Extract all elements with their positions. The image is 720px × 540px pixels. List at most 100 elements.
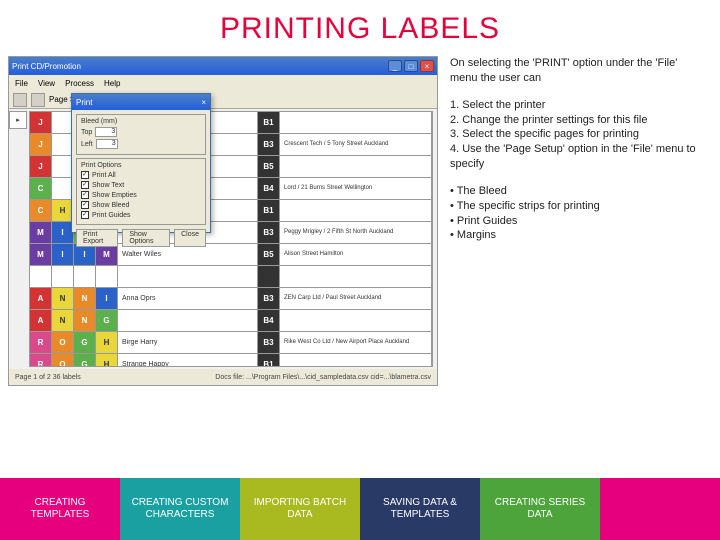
nav-creating-templates[interactable]: CREATING TEMPLATES [0,478,120,540]
label-cell: R [30,354,52,367]
tag-cell: B1 [258,354,280,367]
show-options-button[interactable]: Show Options [122,229,170,247]
opt-label: Show Text [92,182,124,189]
name-cell: Strange Happy [118,354,258,367]
dialog-titlebar: Print × [72,94,210,110]
address-cell [280,112,432,133]
label-cell: J [30,156,52,177]
dialog-close-icon[interactable]: × [201,98,206,107]
content-row: Print CD/Promotion _ □ × File View Proce… [0,56,720,386]
label-cell: J [30,112,52,133]
app-screenshot: Print CD/Promotion _ □ × File View Proce… [8,56,438,386]
name-cell: Anna Oprs [118,288,258,309]
address-cell: Peggy Mrigley / 2 Fifth St North Aucklan… [280,222,432,243]
address-cell: Rike West Co Ltd / New Airport Place Auc… [280,332,432,353]
opt-label: Print Guides [92,212,131,219]
label-cell: N [52,310,74,331]
tag-cell [258,266,280,287]
checkbox[interactable] [81,191,89,199]
tag-cell: B3 [258,134,280,155]
address-cell [280,310,432,331]
description-column: On selecting the 'PRINT' option under th… [450,56,712,386]
menubar: File View Process Help [9,75,437,91]
label-cell: I [96,288,118,309]
top-input[interactable]: 3 [95,127,117,137]
table-row [30,266,432,288]
tag-cell: B4 [258,310,280,331]
bleed-heading: Bleed (mm) [81,118,201,125]
minimize-button[interactable]: _ [388,60,402,72]
maximize-button[interactable]: □ [404,60,418,72]
menu-view[interactable]: View [38,79,55,88]
checkbox[interactable] [81,211,89,219]
close-button[interactable]: × [420,60,434,72]
dialog-close-button[interactable]: Close [174,229,206,247]
toolbar-icon[interactable] [31,93,45,107]
print-options-section: Print Options Print All Show Text Show E… [76,158,206,225]
address-cell [280,266,432,287]
print-export-button[interactable]: Print Export [76,229,118,247]
label-cell: J [30,134,52,155]
checkbox[interactable] [81,181,89,189]
label-cell [74,266,96,287]
bleed-section: Bleed (mm) Top 3 Left 3 [76,114,206,155]
address-cell [280,354,432,367]
address-cell [280,200,432,221]
menu-process[interactable]: Process [65,79,94,88]
left-input[interactable]: 3 [96,139,118,149]
address-cell: Crescent Tech / 5 Tony Street Auckland [280,134,432,155]
nav-saving-data-templates[interactable]: SAVING DATA & TEMPLATES [360,478,480,540]
layered-tab[interactable]: ▸ [9,111,27,129]
label-cell: C [30,178,52,199]
label-cell: H [96,332,118,353]
label-cell: C [30,200,52,221]
label-cell: O [52,354,74,367]
options-heading: Print Options [81,162,201,169]
label-cell: A [30,310,52,331]
window-title: Print CD/Promotion [12,62,81,71]
label-cell [30,266,52,287]
tag-cell: B4 [258,178,280,199]
label-cell: M [30,244,52,265]
print-dialog: Print × Bleed (mm) Top 3 Left 3 Print O [71,93,211,233]
numbered-list: 1. Select the printer 2. Change the prin… [450,98,702,172]
window-titlebar: Print CD/Promotion _ □ × [9,57,437,75]
tag-cell: B3 [258,288,280,309]
tag-cell: B5 [258,244,280,265]
checkbox[interactable] [81,201,89,209]
name-cell [118,266,258,287]
tag-cell: B5 [258,156,280,177]
tag-cell: B3 [258,222,280,243]
address-cell: Alison Street Hamilton [280,244,432,265]
checkbox[interactable] [81,171,89,179]
table-row: ANNGB4 [30,310,432,332]
label-cell: N [74,310,96,331]
bottom-nav: CREATING TEMPLATES CREATING CUSTOM CHARA… [0,478,720,540]
nav-importing-batch-data[interactable]: IMPORTING BATCH DATA [240,478,360,540]
page-title: PRINTING LABELS [0,0,720,56]
dialog-title: Print [76,98,92,107]
opt-label: Show Bleed [92,202,129,209]
label-cell: H [96,354,118,367]
nav-spacer [600,478,720,540]
toolbar-icon[interactable] [13,93,27,107]
label-cell: I [52,244,74,265]
address-cell [280,156,432,177]
label-cell [52,266,74,287]
bullet-list: • The Bleed • The specific strips for pr… [450,184,702,243]
nav-creating-series-data[interactable]: CREATING SERIES DATA [480,478,600,540]
tag-cell: B3 [258,332,280,353]
label-cell: R [30,332,52,353]
label-cell: G [74,332,96,353]
menu-file[interactable]: File [15,79,28,88]
name-cell [118,310,258,331]
table-row: ANNIAnna OprsB3ZEN Carp Ltd / Paul Stree… [30,288,432,310]
opt-label: Show Empties [92,192,137,199]
left-label: Left [81,141,93,148]
menu-help[interactable]: Help [104,79,120,88]
status-bar: Page 1 of 2 36 labels Docs file: ...\Pro… [9,369,437,385]
status-left: Page 1 of 2 36 labels [15,374,81,381]
nav-creating-custom-characters[interactable]: CREATING CUSTOM CHARACTERS [120,478,240,540]
label-cell: G [96,310,118,331]
label-cell: N [52,288,74,309]
